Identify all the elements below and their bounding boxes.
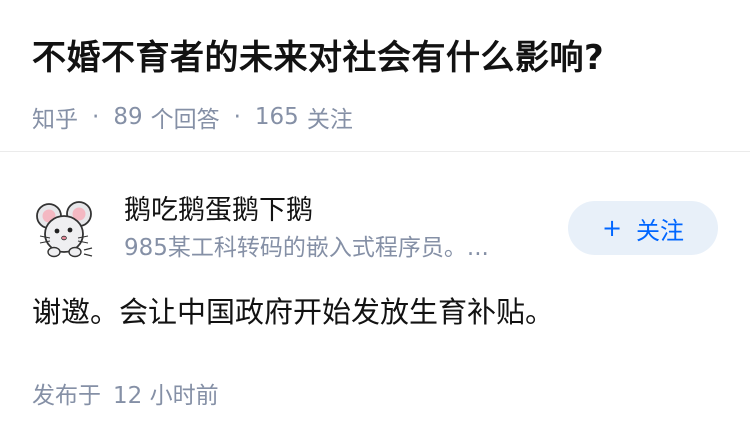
follow-button[interactable]: + 关注 (568, 201, 718, 255)
answers-label: 个回答 (150, 107, 220, 133)
plus-icon: + (601, 214, 623, 242)
author-headline: 985某工科转码的嵌入式程序员。... (124, 235, 489, 261)
answer-content[interactable]: 谢邀。会让中国政府开始发放生育补贴。 (32, 290, 718, 334)
answer-card: 鹅吃鹅蛋鹅下鹅 985某工科转码的嵌入式程序员。... + 关注 谢邀。会让中国… (32, 180, 718, 410)
question-meta: 知乎 · 89 个回答 · 165 关注 (32, 100, 718, 134)
meta-separator: · (92, 104, 100, 130)
answer-time: 发布于 12 小时前 (32, 376, 718, 410)
question-header: 不婚不育者的未来对社会有什么影响? 知乎 · 89 个回答 · 165 关注 (32, 32, 718, 134)
followers-label: 关注 (306, 107, 353, 133)
author-name[interactable]: 鹅吃鹅蛋鹅下鹅 (124, 191, 552, 231)
published-time: 12 小时前 (113, 383, 219, 409)
avatar[interactable] (32, 194, 100, 262)
meta-separator: · (233, 104, 241, 130)
published-label: 发布于 (32, 383, 101, 409)
author-row: 鹅吃鹅蛋鹅下鹅 985某工科转码的嵌入式程序员。... + 关注 (32, 180, 718, 276)
answers-count: 89 (113, 104, 143, 130)
source-label[interactable]: 知乎 (32, 100, 78, 134)
followers-count: 165 (254, 104, 299, 130)
follow-button-label: 关注 (636, 216, 685, 245)
divider (0, 151, 750, 152)
author-info: 鹅吃鹅蛋鹅下鹅 985某工科转码的嵌入式程序员。... (124, 191, 552, 265)
mouse-avatar-icon (32, 194, 100, 262)
question-title[interactable]: 不婚不育者的未来对社会有什么影响? (32, 32, 718, 84)
